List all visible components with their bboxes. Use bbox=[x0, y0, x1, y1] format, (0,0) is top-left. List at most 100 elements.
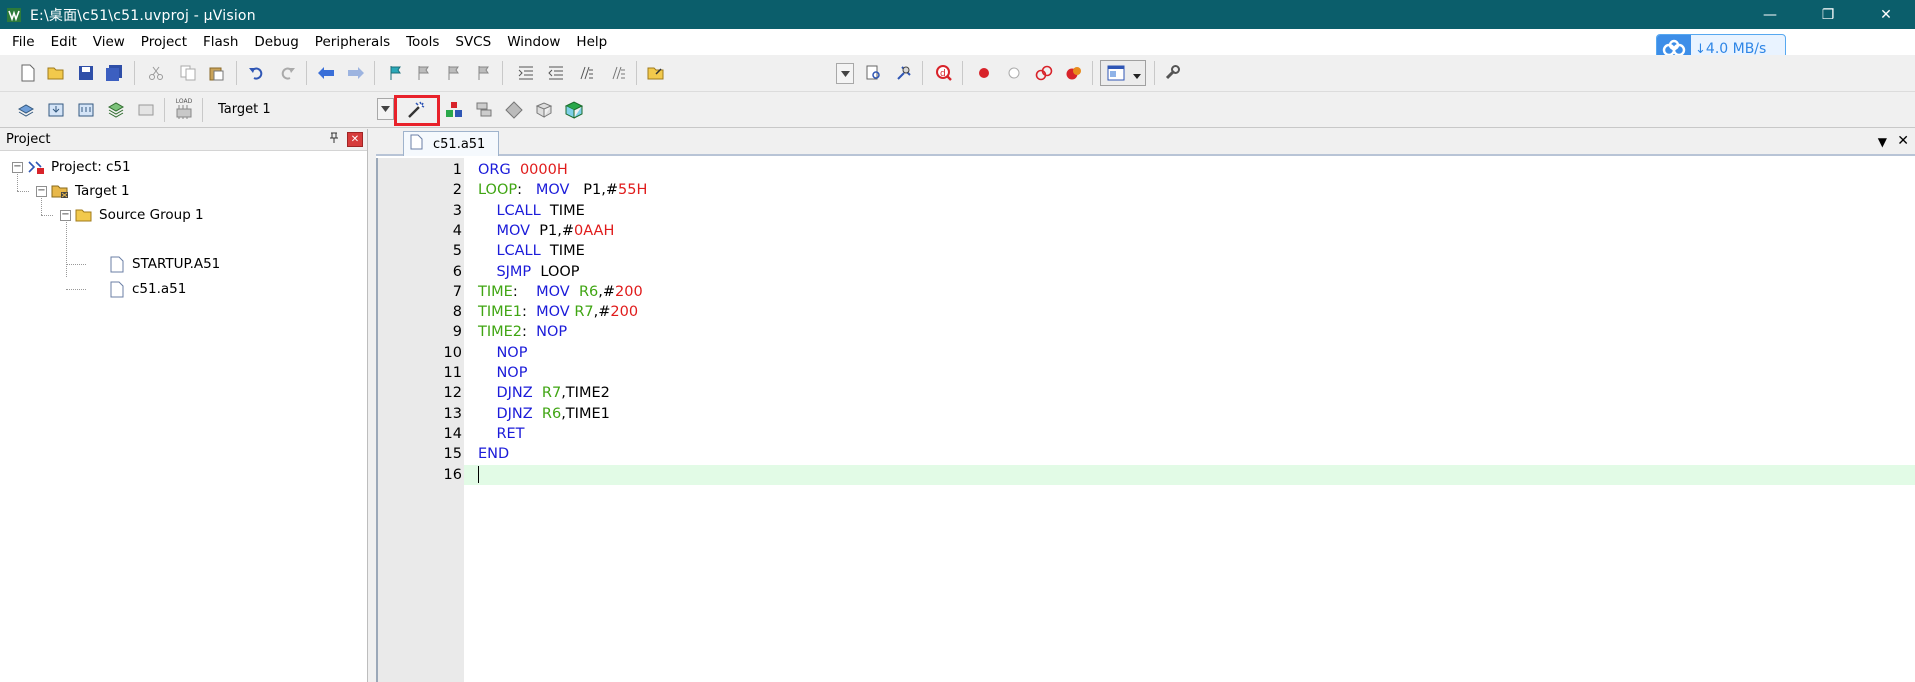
menu-tools[interactable]: Tools bbox=[398, 31, 447, 53]
nav-forward-icon[interactable] bbox=[344, 61, 368, 85]
tab-list-dropdown[interactable]: ▼ bbox=[1878, 135, 1887, 149]
code-token: MOV bbox=[535, 182, 570, 199]
bookmark-toggle-icon[interactable] bbox=[384, 61, 408, 85]
batch-build-icon[interactable] bbox=[104, 98, 128, 122]
bookmark-clear-icon[interactable] bbox=[472, 61, 496, 85]
close-panel-button[interactable]: ✕ bbox=[347, 132, 363, 147]
collapse-icon[interactable]: − bbox=[36, 185, 47, 197]
code-line[interactable]: TIME: MOV R6,#200 bbox=[464, 282, 1915, 302]
nav-back-icon[interactable] bbox=[314, 61, 338, 85]
tree-label: Target 1 bbox=[75, 183, 130, 199]
code-line[interactable] bbox=[464, 464, 1915, 485]
undo-icon[interactable] bbox=[244, 61, 268, 85]
pin-icon[interactable] bbox=[329, 132, 339, 147]
tree-node-file[interactable]: STARTUP.A51 bbox=[108, 254, 220, 274]
code-line[interactable]: ORG 0000H bbox=[464, 160, 1915, 180]
copy-icon[interactable] bbox=[176, 61, 200, 85]
line-number: 1 bbox=[452, 162, 462, 178]
code-editor[interactable]: ORG 0000H LOOP: MOV P1,#55H LCALL TIME MO… bbox=[464, 158, 1915, 682]
tree-node-source-group[interactable]: − Source Group 1 bbox=[60, 205, 204, 225]
line-number: 15 bbox=[443, 446, 462, 463]
cut-icon[interactable] bbox=[144, 61, 168, 85]
find-in-files-icon[interactable] bbox=[644, 61, 668, 85]
kill-all-breakpoints-icon[interactable] bbox=[1062, 61, 1086, 85]
unindent-icon[interactable] bbox=[544, 61, 568, 85]
save-all-icon[interactable] bbox=[102, 61, 126, 85]
code-line[interactable]: NOP bbox=[464, 363, 1915, 383]
chevron-down-icon[interactable] bbox=[377, 98, 394, 120]
code-line[interactable]: LCALL TIME bbox=[464, 201, 1915, 221]
pack-updates-icon[interactable] bbox=[562, 98, 586, 122]
start-debug-icon[interactable]: d bbox=[932, 61, 956, 85]
open-folder-icon[interactable] bbox=[44, 61, 68, 85]
line-number: 5 bbox=[452, 243, 462, 260]
stop-build-icon[interactable] bbox=[134, 98, 158, 122]
pack-installer-icon[interactable] bbox=[532, 98, 556, 122]
code-line[interactable]: RET bbox=[464, 424, 1915, 444]
insert-breakpoint-icon[interactable] bbox=[972, 61, 996, 85]
code-line[interactable]: TIME1: MOV R7,#200 bbox=[464, 302, 1915, 322]
select-packs-icon[interactable] bbox=[472, 98, 496, 122]
code-line[interactable]: DJNZ R7,TIME2 bbox=[464, 383, 1915, 403]
menu-edit[interactable]: Edit bbox=[43, 31, 85, 53]
code-line[interactable]: SJMP LOOP bbox=[464, 262, 1915, 282]
menu-project[interactable]: Project bbox=[133, 31, 195, 53]
tree-label: STARTUP.A51 bbox=[132, 256, 221, 272]
code-line[interactable]: LOOP: MOV P1,#55H bbox=[464, 180, 1915, 200]
comment-icon[interactable] bbox=[574, 61, 598, 85]
tab-c51-a51[interactable]: c51.a51 bbox=[403, 131, 499, 156]
redo-icon[interactable] bbox=[276, 61, 300, 85]
translate-icon[interactable] bbox=[14, 98, 38, 122]
collapse-icon[interactable]: − bbox=[60, 209, 71, 221]
code-token: SJMP bbox=[496, 263, 532, 280]
target-select[interactable]: Target 1 bbox=[208, 98, 394, 120]
minimize-button[interactable]: — bbox=[1741, 0, 1799, 29]
build-icon[interactable] bbox=[44, 98, 68, 122]
code-line[interactable]: END bbox=[464, 444, 1915, 464]
uncomment-icon[interactable] bbox=[606, 61, 630, 85]
configure-wrench-icon[interactable] bbox=[1160, 61, 1184, 85]
menu-peripherals[interactable]: Peripherals bbox=[307, 31, 398, 53]
enable-breakpoint-icon[interactable] bbox=[1002, 61, 1026, 85]
close-button[interactable]: ✕ bbox=[1857, 0, 1915, 29]
save-icon[interactable] bbox=[74, 61, 98, 85]
menu-window[interactable]: Window bbox=[499, 31, 568, 53]
code-line[interactable]: LCALL TIME bbox=[464, 241, 1915, 261]
find-replace-icon[interactable] bbox=[892, 61, 916, 85]
code-line[interactable]: TIME2: NOP bbox=[464, 322, 1915, 342]
incremental-find-icon[interactable] bbox=[862, 61, 886, 85]
code-line[interactable]: NOP bbox=[464, 343, 1915, 363]
menu-svcs[interactable]: SVCS bbox=[447, 31, 499, 53]
window-layout-button[interactable] bbox=[1100, 60, 1146, 86]
code-line[interactable]: MOV P1,#0AAH bbox=[464, 221, 1915, 241]
panel-splitter[interactable] bbox=[368, 129, 376, 682]
menu-debug[interactable]: Debug bbox=[246, 31, 306, 53]
collapse-icon[interactable]: − bbox=[12, 161, 23, 173]
close-tab-button[interactable]: ✕ bbox=[1897, 133, 1909, 149]
tree-node-file[interactable]: c51.a51 bbox=[108, 279, 186, 299]
restore-button[interactable]: ❐ bbox=[1799, 0, 1857, 29]
find-combo-dropdown[interactable] bbox=[836, 63, 854, 84]
tree-node-project[interactable]: − Project: c51 bbox=[12, 157, 131, 177]
manage-rte-icon[interactable] bbox=[502, 98, 526, 122]
line-number: 11 bbox=[443, 365, 462, 381]
target-options-magic-wand-icon[interactable] bbox=[404, 98, 428, 122]
code-token: TIME bbox=[540, 202, 585, 219]
download-load-button[interactable]: LOAD bbox=[172, 96, 196, 120]
code-token: ORG bbox=[478, 162, 511, 178]
bookmark-next-icon[interactable] bbox=[442, 61, 466, 85]
menu-help[interactable]: Help bbox=[568, 31, 615, 53]
tree-node-target[interactable]: − Target 1 bbox=[36, 181, 130, 201]
menu-view[interactable]: View bbox=[85, 31, 133, 53]
paste-icon[interactable] bbox=[204, 61, 228, 85]
disable-all-breakpoints-icon[interactable] bbox=[1032, 61, 1056, 85]
bookmark-prev-icon[interactable] bbox=[412, 61, 436, 85]
indent-icon[interactable] bbox=[514, 61, 538, 85]
new-file-icon[interactable] bbox=[16, 61, 40, 85]
code-line[interactable]: DJNZ R6,TIME1 bbox=[464, 404, 1915, 424]
menu-flash[interactable]: Flash bbox=[195, 31, 246, 53]
manage-project-items-icon[interactable] bbox=[442, 98, 466, 122]
code-token: END bbox=[478, 446, 510, 463]
rebuild-icon[interactable] bbox=[74, 98, 98, 122]
menu-file[interactable]: File bbox=[4, 31, 43, 53]
